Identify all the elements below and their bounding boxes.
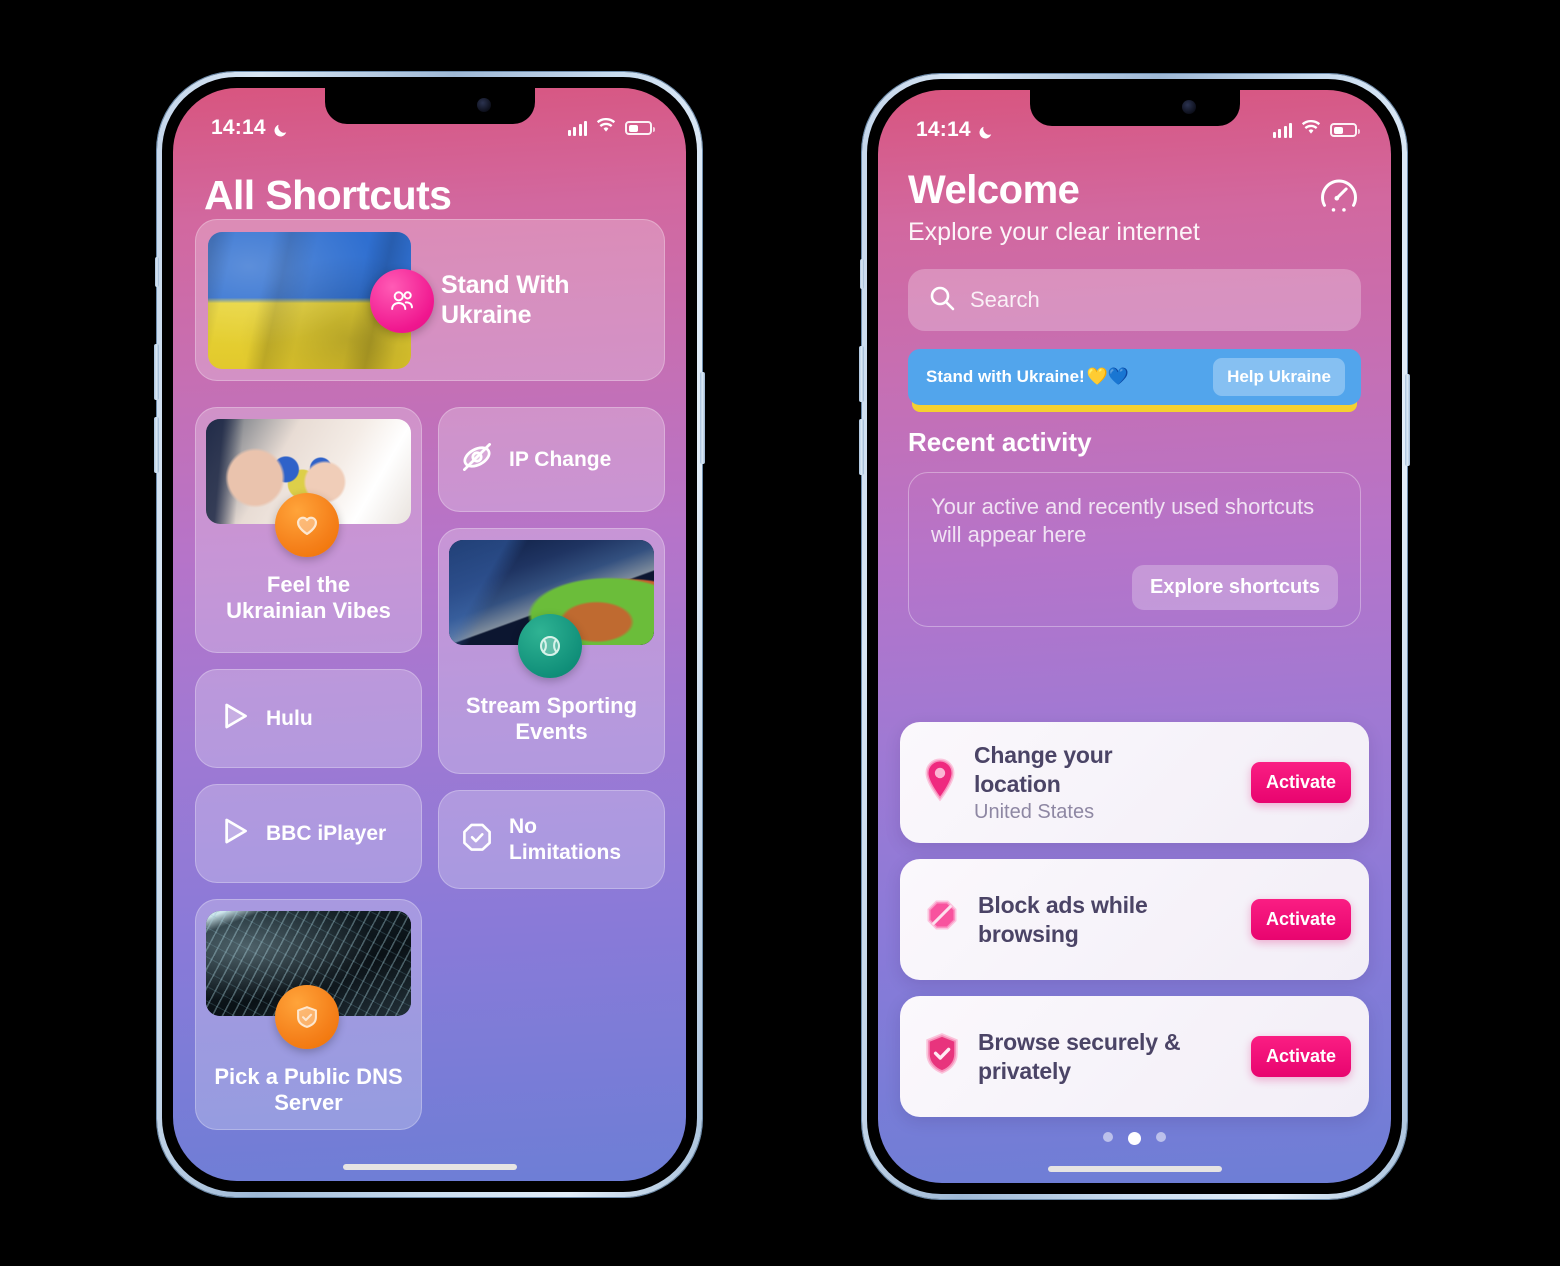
ukraine-hearts-emoji: 💛💙 [1086, 367, 1130, 386]
play-icon [213, 810, 255, 857]
promo-card-browse-securely[interactable]: Browse securely & privately Activate [900, 996, 1369, 1117]
shortcut-label: Stream Sporting Events [465, 693, 638, 745]
welcome-header: Welcome Explore your clear internet [900, 168, 1369, 247]
ukraine-banner[interactable]: Stand with Ukraine! 💛💙 Help Ukraine [908, 349, 1361, 412]
volume-up-button[interactable] [154, 344, 159, 400]
battery-icon [625, 121, 655, 135]
promo-text: Browse securely & privately [978, 1028, 1181, 1084]
status-time: 14:14 [211, 116, 266, 139]
activate-button[interactable]: Activate [1250, 762, 1351, 803]
front-camera [476, 98, 491, 112]
crescent-moon-icon [273, 120, 289, 137]
shortcut-label: No Limitations [509, 815, 622, 864]
recent-activity-empty-text: Your active and recently used shortcuts … [931, 494, 1315, 548]
phone-left: 14:14 All Shortcuts Stand With Ukraine F… [154, 72, 705, 1197]
promo-card-list: Change your location United States Activ… [900, 722, 1369, 1117]
explore-shortcuts-button[interactable]: Explore shortcuts [1131, 565, 1338, 611]
cellular-signal-icon [1272, 122, 1292, 138]
speedometer-icon[interactable] [1317, 174, 1361, 223]
volume-down-button[interactable] [154, 417, 159, 473]
silent-switch[interactable] [155, 257, 159, 287]
eye-off-icon [456, 436, 498, 483]
promo-card-block-ads[interactable]: Block ads while browsing Activate [900, 859, 1369, 980]
shortcut-label: Feel the Ukrainian Vibes [226, 572, 391, 624]
shortcut-card-stream-sporting-events[interactable]: Stream Sporting Events [438, 528, 665, 774]
notch [1029, 90, 1240, 126]
promo-text: Change your location United States [974, 741, 1235, 825]
shortcut-label: Hulu [266, 706, 313, 730]
screen-all-shortcuts: 14:14 All Shortcuts Stand With Ukraine F… [173, 88, 686, 1181]
location-pin-icon [922, 758, 958, 807]
shield-check-icon [275, 985, 339, 1049]
shortcut-card-no-limitations[interactable]: No Limitations [438, 790, 665, 889]
activate-button[interactable]: Activate [1250, 1036, 1351, 1077]
page-subtitle: Explore your clear internet [908, 218, 1200, 246]
search-input[interactable]: Search [908, 269, 1361, 331]
ukraine-banner-text: Stand with Ukraine! 💛💙 [926, 367, 1130, 386]
heart-icon [275, 493, 339, 557]
promo-subtitle: United States [974, 801, 1095, 824]
shortcut-label: Pick a Public DNS Server [214, 1064, 403, 1116]
silent-switch[interactable] [860, 259, 864, 289]
battery-icon [1330, 123, 1360, 137]
power-button[interactable] [1405, 374, 1410, 466]
status-time: 14:14 [916, 118, 971, 141]
page-dot-active[interactable] [1128, 1132, 1141, 1145]
front-camera [1181, 100, 1196, 114]
shortcut-card-pick-a-public-dns-server[interactable]: Pick a Public DNS Server [195, 899, 422, 1130]
wifi-icon [596, 117, 616, 138]
page-dot[interactable] [1156, 1132, 1166, 1142]
volume-down-button[interactable] [859, 419, 864, 475]
screenshot-stage: 14:14 All Shortcuts Stand With Ukraine F… [0, 0, 1560, 1266]
phone-right: 14:14 Welcome Explore your clear interne… [859, 74, 1410, 1199]
volume-up-button[interactable] [859, 346, 864, 402]
activate-button[interactable]: Activate [1250, 899, 1351, 940]
home-indicator[interactable] [342, 1164, 517, 1170]
shortcut-label: IP Change [509, 447, 612, 471]
shortcut-card-ip-change[interactable]: IP Change [438, 407, 665, 512]
shortcut-card-feel-the-ukrainian-vibes[interactable]: Feel the Ukrainian Vibes [195, 407, 422, 653]
play-icon [213, 695, 255, 742]
wifi-icon [1301, 119, 1321, 140]
people-icon [370, 269, 434, 333]
shortcuts-grid: Feel the Ukrainian Vibes Hulu BBC iPlaye… [195, 407, 665, 1130]
shortcut-label: Stand With Ukraine [441, 271, 570, 329]
shortcut-card-bbc-iplayer[interactable]: BBC iPlayer [195, 784, 422, 883]
shield-check-icon [922, 1032, 962, 1081]
promo-text: Block ads while browsing [978, 891, 1148, 947]
screen-welcome: 14:14 Welcome Explore your clear interne… [878, 90, 1391, 1183]
crescent-moon-icon [978, 122, 994, 139]
help-ukraine-button[interactable]: Help Ukraine [1213, 358, 1345, 396]
recent-activity-heading: Recent activity [908, 427, 1092, 457]
block-icon [922, 897, 962, 942]
notch [324, 88, 535, 124]
promo-card-change-location[interactable]: Change your location United States Activ… [900, 722, 1369, 843]
home-indicator[interactable] [1047, 1166, 1222, 1172]
page-title: Welcome [908, 168, 1080, 212]
shortcut-card-hulu[interactable]: Hulu [195, 669, 422, 768]
shortcut-card-stand-with-ukraine[interactable]: Stand With Ukraine [195, 219, 665, 381]
search-placeholder: Search [970, 287, 1040, 312]
page-dot[interactable] [1103, 1132, 1113, 1142]
power-button[interactable] [700, 372, 705, 464]
page-indicator-dots[interactable] [878, 1132, 1391, 1145]
page-title: All Shortcuts [204, 172, 452, 218]
shortcut-label: BBC iPlayer [266, 821, 387, 845]
cellular-signal-icon [567, 120, 587, 136]
search-icon [928, 284, 956, 317]
tennis-ball-icon [518, 614, 582, 678]
check-octagon-icon [456, 816, 498, 863]
recent-activity-empty-state: Your active and recently used shortcuts … [908, 472, 1361, 628]
